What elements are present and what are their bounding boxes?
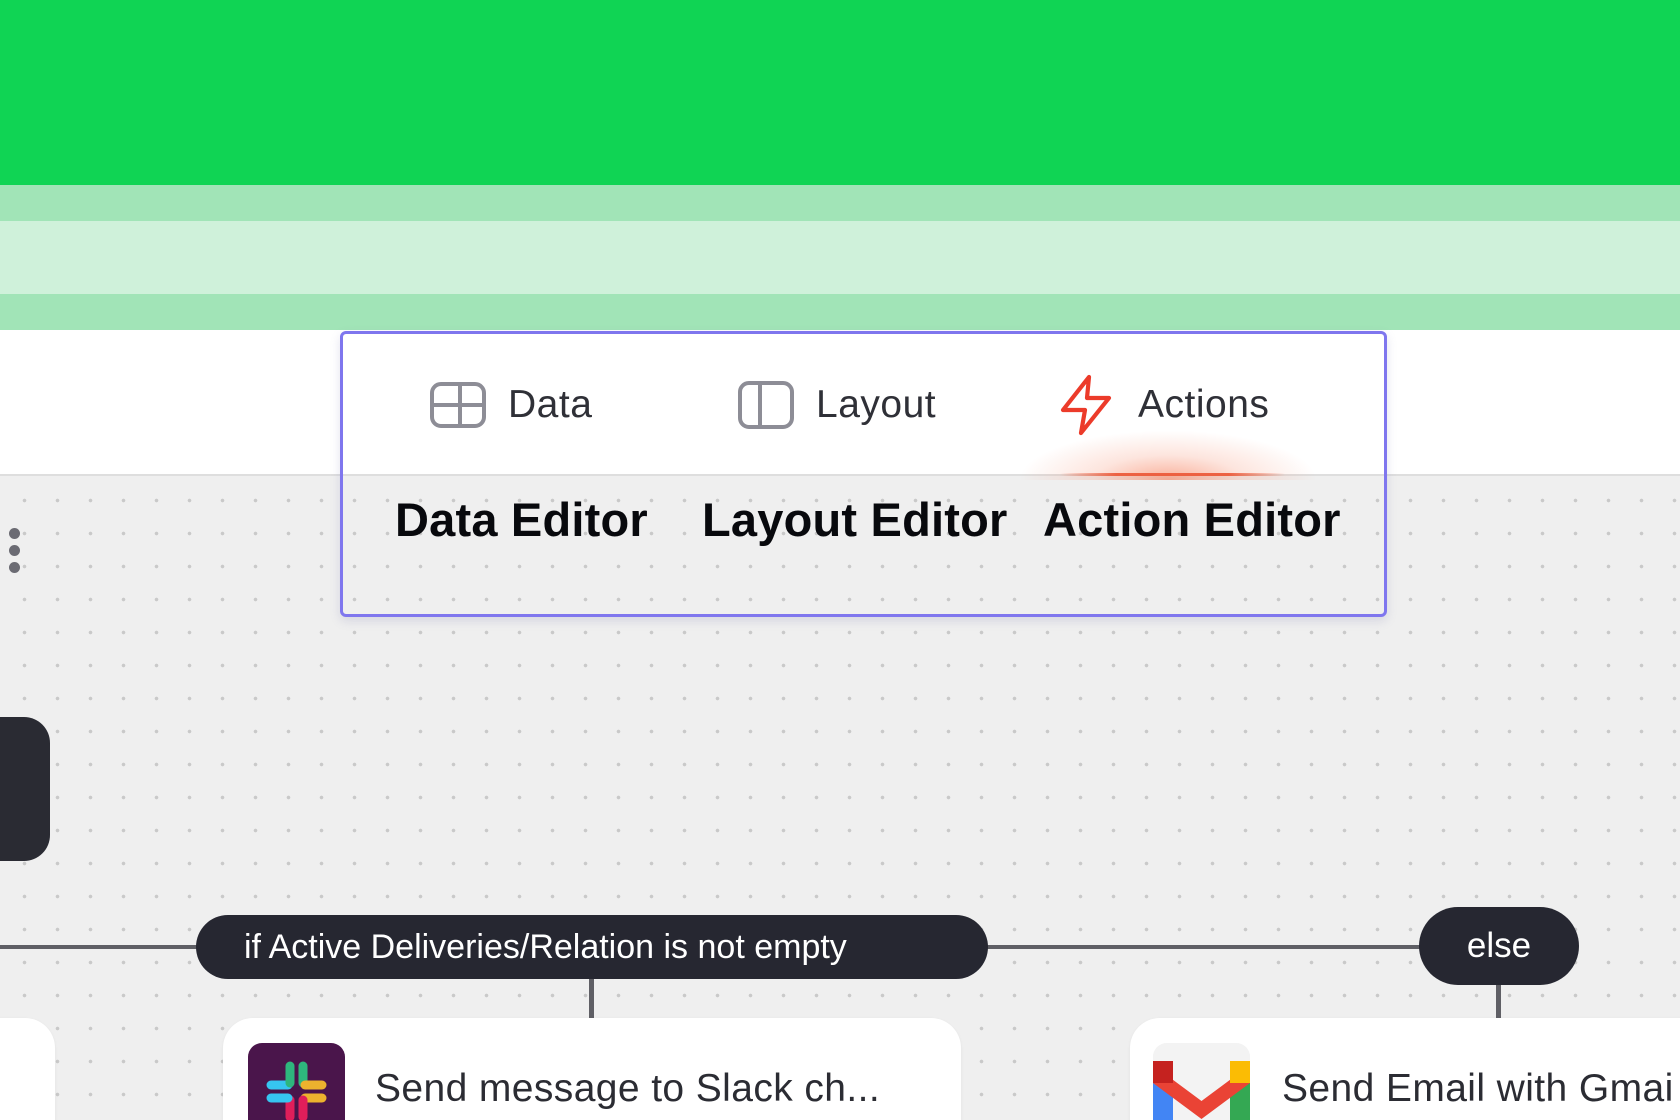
highlight-frame — [340, 331, 1387, 617]
banner-stripe — [0, 185, 1680, 221]
more-options-icon[interactable] — [6, 528, 24, 578]
gmail-icon — [1153, 1043, 1250, 1120]
collapsed-node[interactable] — [0, 717, 50, 861]
banner-stripe — [0, 221, 1680, 294]
flow-connector — [589, 975, 594, 1020]
action-card[interactable] — [0, 1018, 55, 1120]
slack-icon — [248, 1043, 345, 1120]
else-branch[interactable]: else — [1419, 907, 1579, 985]
green-banner — [0, 0, 1680, 185]
condition-branch[interactable]: if Active Deliveries/Relation is not emp… — [196, 915, 988, 979]
banner-stripe — [0, 294, 1680, 330]
gmail-step-label: Send Email with Gmai — [1282, 1067, 1674, 1110]
slack-step-label: Send message to Slack ch... — [375, 1067, 881, 1110]
